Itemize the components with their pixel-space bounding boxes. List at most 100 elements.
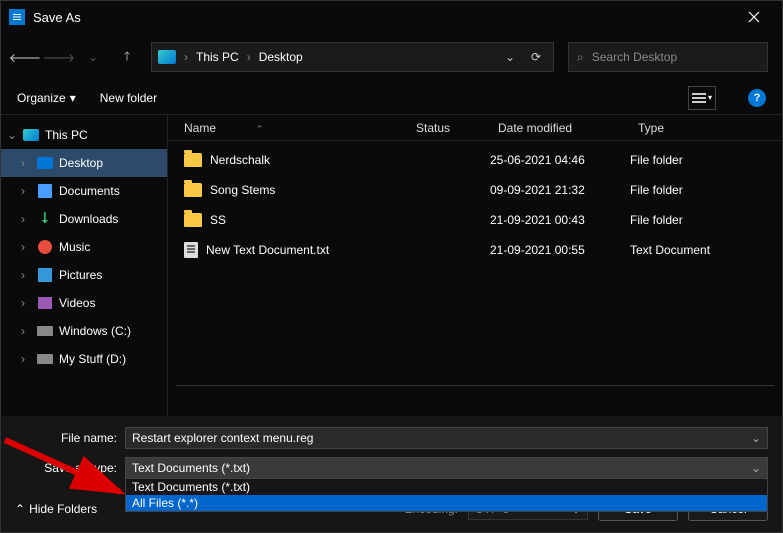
column-status[interactable]: Status (408, 121, 490, 135)
bottom-panel: File name: ⌄ Save as type: Text Document… (1, 416, 782, 486)
savetype-option-all[interactable]: All Files (*.*) (126, 495, 767, 511)
music-icon (38, 240, 52, 254)
desktop-icon (37, 157, 53, 169)
close-button[interactable] (734, 1, 774, 33)
pc-icon (23, 129, 39, 141)
chevron-right-icon: › (21, 352, 31, 366)
search-input[interactable]: ⌕ Search Desktop (568, 42, 768, 72)
file-type: File folder (630, 213, 782, 227)
tree-item-music[interactable]: › Music (1, 233, 167, 261)
tree-item-desktop[interactable]: › Desktop (1, 149, 167, 177)
column-name[interactable]: Name⌃ (168, 121, 408, 135)
up-button[interactable]: 🡑 (117, 47, 137, 67)
search-placeholder: Search Desktop (592, 50, 677, 64)
navigation-bar: 🡐 🡒 ⌄ 🡑 › This PC › Desktop ⌄ ⟳ ⌕ Search… (1, 33, 782, 81)
title-bar: Save As (1, 1, 782, 33)
file-name: New Text Document.txt (206, 243, 329, 257)
chevron-down-icon: ▾ (70, 91, 76, 105)
tree-item-this-pc[interactable]: ⌄ This PC (1, 121, 167, 149)
chevron-down-icon: ⌄ (751, 461, 761, 475)
folder-icon (184, 183, 202, 197)
chevron-right-icon: › (21, 296, 31, 310)
back-button[interactable]: 🡐 (15, 47, 35, 67)
pc-icon (158, 50, 176, 64)
file-list: Name⌃ Status Date modified Type Nerdscha… (168, 115, 782, 416)
tree-item-videos[interactable]: › Videos (1, 289, 167, 317)
address-dropdown-button[interactable]: ⌄ (499, 46, 521, 68)
file-date: 25-06-2021 04:46 (490, 153, 630, 167)
tree-item-downloads[interactable]: › ⭣ Downloads (1, 205, 167, 233)
tree-label: Windows (C:) (59, 324, 131, 338)
file-date: 21-09-2021 00:43 (490, 213, 630, 227)
file-row[interactable]: SS 21-09-2021 00:43File folder (168, 205, 782, 235)
tree-label: Music (59, 240, 90, 254)
filename-label: File name: (15, 431, 125, 445)
folder-icon (184, 153, 202, 167)
refresh-button[interactable]: ⟳ (525, 46, 547, 68)
help-button[interactable]: ? (748, 89, 766, 107)
tree-item-documents[interactable]: › Documents (1, 177, 167, 205)
file-type: Text Document (630, 243, 782, 257)
tree-item-drive-d[interactable]: › My Stuff (D:) (1, 345, 167, 373)
file-date: 21-09-2021 00:55 (490, 243, 630, 257)
file-type: File folder (630, 183, 782, 197)
file-row[interactable]: Song Stems09-09-2021 21:32File folder (168, 175, 782, 205)
column-headers: Name⌃ Status Date modified Type (168, 115, 782, 141)
chevron-right-icon: › (247, 50, 251, 64)
chevron-up-icon: ⌃ (15, 502, 25, 516)
chevron-right-icon: › (21, 268, 31, 282)
chevron-right-icon: › (21, 156, 31, 170)
file-type: File folder (630, 153, 782, 167)
hide-folders-button[interactable]: ⌃ Hide Folders (15, 502, 97, 516)
breadcrumb-current[interactable]: Desktop (255, 50, 307, 64)
file-name: Song Stems (210, 183, 275, 197)
tree-label: Downloads (59, 212, 118, 226)
chevron-right-icon: › (21, 324, 31, 338)
documents-icon (38, 184, 52, 198)
address-bar[interactable]: › This PC › Desktop ⌄ ⟳ (151, 42, 554, 72)
column-date[interactable]: Date modified (490, 121, 630, 135)
tree-item-drive-c[interactable]: › Windows (C:) (1, 317, 167, 345)
tree-label: This PC (45, 128, 88, 142)
breadcrumb-root[interactable]: This PC (192, 50, 243, 64)
new-folder-button[interactable]: New folder (100, 91, 157, 105)
recent-button[interactable]: ⌄ (83, 47, 103, 67)
savetype-value: Text Documents (*.txt) (132, 461, 250, 475)
chevron-right-icon: › (21, 212, 31, 226)
tree-label: Pictures (59, 268, 102, 282)
organize-button[interactable]: Organize ▾ (17, 91, 76, 105)
folder-icon (184, 213, 202, 227)
navigation-tree: ⌄ This PC › Desktop › Documents › ⭣ Down… (1, 115, 168, 416)
tree-label: My Stuff (D:) (59, 352, 126, 366)
filename-input[interactable]: ⌄ (125, 427, 768, 449)
chevron-right-icon: › (184, 50, 188, 64)
app-icon (9, 9, 25, 25)
tree-label: Desktop (59, 156, 103, 170)
file-name: SS (210, 213, 226, 227)
chevron-right-icon: › (21, 240, 31, 254)
search-icon: ⌕ (577, 50, 584, 65)
tree-label: Documents (59, 184, 120, 198)
window-title: Save As (33, 10, 734, 25)
savetype-dropdown: Text Documents (*.txt) All Files (*.*) (125, 478, 768, 512)
file-row[interactable]: New Text Document.txt 21-09-2021 00:55Tex… (168, 235, 782, 265)
drive-icon (37, 326, 53, 336)
savetype-label: Save as type: (15, 461, 125, 475)
column-type[interactable]: Type (630, 121, 782, 135)
savetype-option-txt[interactable]: Text Documents (*.txt) (126, 479, 767, 495)
pictures-icon (38, 268, 52, 282)
chevron-down-icon[interactable]: ⌄ (751, 431, 761, 445)
sort-indicator-icon: ⌃ (256, 124, 264, 135)
tree-label: Videos (59, 296, 95, 310)
videos-icon (38, 297, 52, 309)
tree-item-pictures[interactable]: › Pictures (1, 261, 167, 289)
text-file-icon (184, 242, 198, 258)
chevron-down-icon: ⌄ (7, 128, 17, 142)
view-options-button[interactable]: ▾ (688, 86, 716, 110)
file-row[interactable]: Nerdschalk25-06-2021 04:46File folder (168, 145, 782, 175)
savetype-select[interactable]: Text Documents (*.txt) ⌄ (125, 457, 768, 479)
drive-icon (37, 354, 53, 364)
filename-field[interactable] (132, 431, 761, 445)
toolbar: Organize ▾ New folder ▾ ? (1, 81, 782, 115)
forward-button[interactable]: 🡒 (49, 47, 69, 67)
